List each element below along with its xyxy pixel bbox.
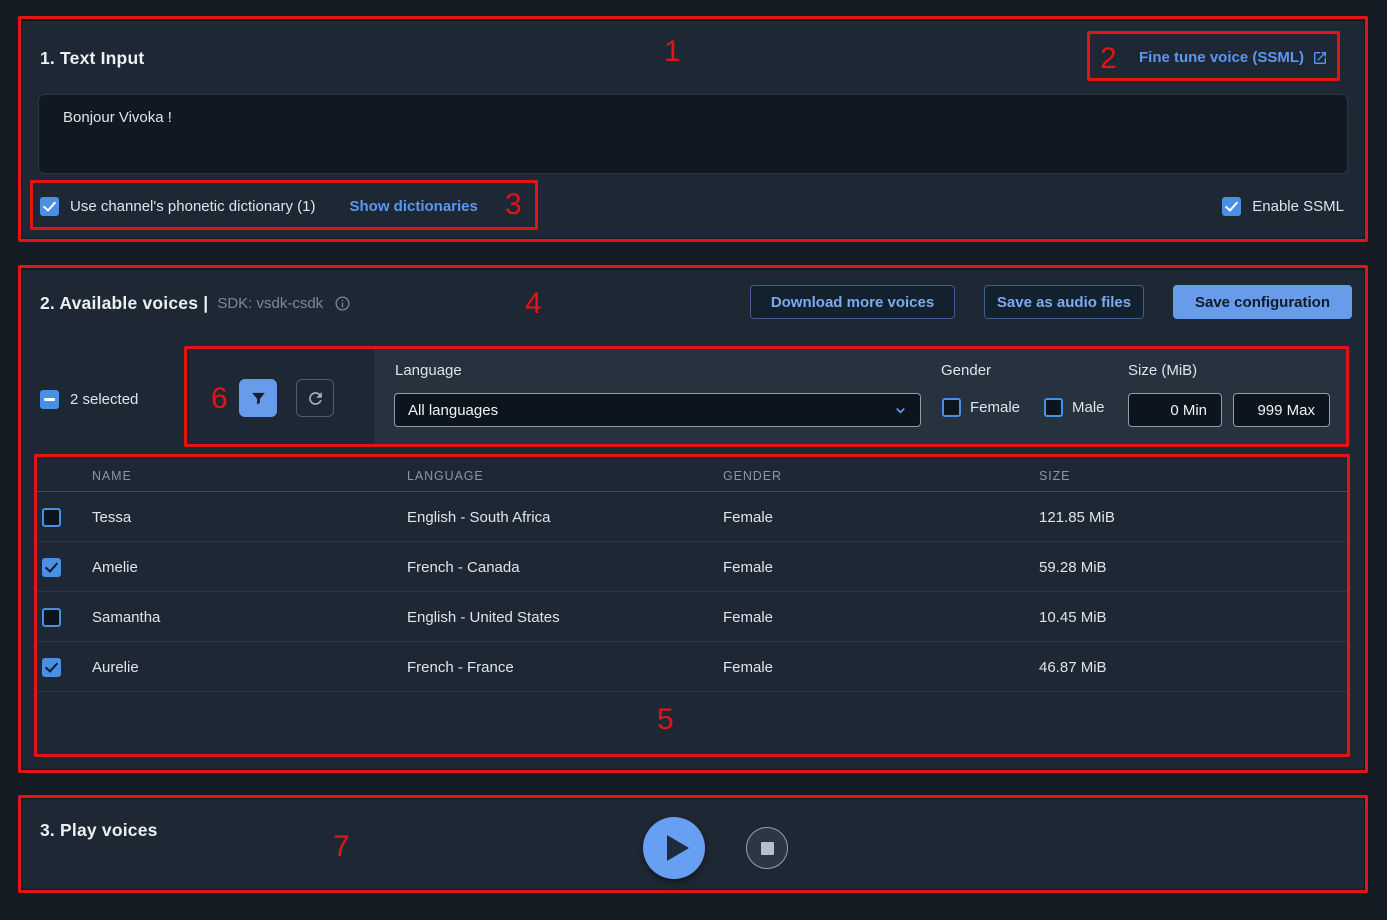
text-input-value: Bonjour Vivoka ! (63, 109, 172, 126)
voice-gender: Female (723, 492, 773, 542)
show-dictionaries-link[interactable]: Show dictionaries (350, 198, 478, 215)
table-row-tessa[interactable]: Tessa English - South Africa Female 121.… (34, 492, 1350, 542)
selected-count-row: 2 selected (40, 389, 138, 409)
voice-size: 46.87 MiB (1039, 642, 1107, 692)
voice-name: Aurelie (92, 642, 139, 692)
refresh-button[interactable] (296, 379, 334, 417)
select-all-checkbox[interactable] (40, 390, 59, 409)
use-dictionary-checkbox[interactable] (40, 197, 59, 216)
phonetic-dictionary-row: Use channel's phonetic dictionary (1) Sh… (40, 196, 478, 216)
enable-ssml-row: Enable SSML (1222, 196, 1344, 216)
funnel-icon (250, 390, 267, 407)
voice-language: French - Canada (407, 542, 520, 592)
enable-ssml-label: Enable SSML (1252, 198, 1344, 215)
voice-name: Samantha (92, 592, 160, 642)
size-min-input[interactable]: 0 Min (1128, 393, 1222, 427)
row-checkbox-samantha[interactable] (42, 608, 61, 627)
column-header-name: NAME (92, 469, 132, 483)
column-header-language: LANGUAGE (407, 469, 484, 483)
voice-size: 59.28 MiB (1039, 542, 1107, 592)
female-label: Female (970, 399, 1020, 416)
filter-button[interactable] (239, 379, 277, 417)
stop-button[interactable] (746, 827, 788, 869)
save-configuration-button[interactable]: Save configuration (1173, 285, 1352, 319)
voices-table: NAME LANGUAGE GENDER SIZE Tessa English … (34, 458, 1350, 757)
language-select[interactable]: All languages (394, 393, 921, 427)
external-link-icon (1312, 50, 1328, 66)
gender-male-option: Male (1044, 398, 1105, 417)
male-label: Male (1072, 399, 1105, 416)
voice-size: 10.45 MiB (1039, 592, 1107, 642)
section-title-text-input: 1. Text Input (40, 48, 144, 69)
table-row-samantha[interactable]: Samantha English - United States Female … (34, 592, 1350, 642)
gender-female-option: Female (942, 398, 1020, 417)
voice-name: Tessa (92, 492, 131, 542)
row-checkbox-tessa[interactable] (42, 508, 61, 527)
chevron-down-icon (893, 403, 908, 418)
available-voices-title-row: 2. Available voices | SDK: vsdk-csdk (40, 293, 351, 314)
enable-ssml-checkbox[interactable] (1222, 197, 1241, 216)
male-checkbox[interactable] (1044, 398, 1063, 417)
save-as-audio-files-button[interactable]: Save as audio files (984, 285, 1144, 319)
size-max-value: 999 Max (1257, 402, 1315, 419)
voices-table-header: NAME LANGUAGE GENDER SIZE (34, 458, 1350, 492)
fine-tune-voice-link-label: Fine tune voice (SSML) (1139, 49, 1304, 66)
filters-strip: Language All languages Gender Female Mal… (374, 347, 1350, 446)
play-button[interactable] (643, 817, 705, 879)
column-header-size: SIZE (1039, 469, 1070, 483)
table-row-amelie[interactable]: Amelie French - Canada Female 59.28 MiB (34, 542, 1350, 592)
voices-actions-row: Download more voices Save as audio files… (750, 285, 1352, 319)
play-voices-panel: 3. Play voices (22, 799, 1364, 889)
row-checkbox-aurelie[interactable] (42, 658, 61, 677)
download-more-voices-button[interactable]: Download more voices (750, 285, 955, 319)
gender-filter-label: Gender (941, 362, 991, 379)
voice-gender: Female (723, 592, 773, 642)
section-title-available-voices: 2. Available voices | (40, 293, 208, 314)
voice-gender: Female (723, 542, 773, 592)
column-header-gender: GENDER (723, 469, 782, 483)
voice-name: Amelie (92, 542, 138, 592)
language-select-value: All languages (408, 402, 498, 419)
language-filter-label: Language (395, 362, 462, 379)
voice-size: 121.85 MiB (1039, 492, 1115, 542)
row-checkbox-amelie[interactable] (42, 558, 61, 577)
tts-voice-configuration-screen: 1. Text Input Fine tune voice (SSML) Bon… (0, 0, 1387, 920)
voice-gender: Female (723, 642, 773, 692)
voice-language: French - France (407, 642, 514, 692)
size-min-value: 0 Min (1170, 402, 1207, 419)
use-dictionary-label: Use channel's phonetic dictionary (1) (70, 198, 316, 215)
text-input-textarea[interactable]: Bonjour Vivoka ! (38, 94, 1348, 174)
fine-tune-voice-link[interactable]: Fine tune voice (SSML) (1139, 49, 1328, 66)
info-icon[interactable] (334, 295, 351, 312)
selected-count-label: 2 selected (70, 391, 138, 408)
sdk-label: SDK: vsdk-csdk (217, 295, 323, 312)
table-row-aurelie[interactable]: Aurelie French - France Female 46.87 MiB (34, 642, 1350, 692)
text-input-panel: 1. Text Input Fine tune voice (SSML) Bon… (22, 21, 1364, 238)
size-max-input[interactable]: 999 Max (1233, 393, 1330, 427)
female-checkbox[interactable] (942, 398, 961, 417)
size-filter-label: Size (MiB) (1128, 362, 1197, 379)
refresh-icon (306, 389, 325, 408)
section-title-play-voices: 3. Play voices (40, 820, 158, 841)
stop-icon (761, 842, 774, 855)
voice-language: English - South Africa (407, 492, 550, 542)
available-voices-panel: 2. Available voices | SDK: vsdk-csdk Dow… (22, 270, 1364, 769)
voice-language: English - United States (407, 592, 560, 642)
play-icon (667, 835, 689, 861)
